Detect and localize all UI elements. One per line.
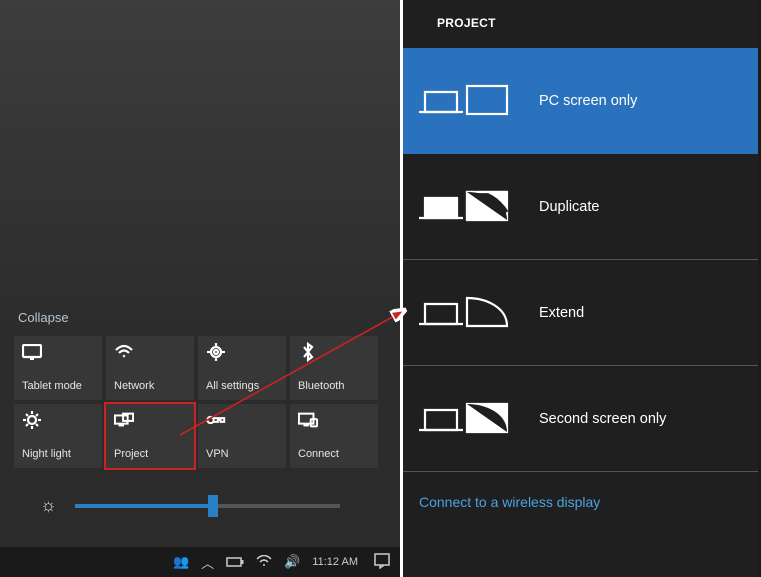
brightness-icon: ☼ (40, 495, 57, 516)
brightness-slider[interactable] (75, 504, 341, 508)
project-panel-title: PROJECT (403, 0, 758, 48)
option-label: Duplicate (539, 199, 599, 215)
wifi-icon (114, 342, 134, 362)
bluetooth-icon (298, 342, 318, 362)
tile-connect[interactable]: Connect (290, 404, 378, 468)
duplicate-icon (419, 182, 511, 232)
collapse-link[interactable]: Collapse (18, 310, 69, 325)
action-center-panel: Collapse Tablet mode Network All setting… (0, 0, 400, 577)
taskbar: 👥 ︿ 🔊 11:12 AM (0, 547, 400, 577)
vpn-icon (206, 410, 226, 430)
tile-network[interactable]: Network (106, 336, 194, 400)
project-option-duplicate[interactable]: Duplicate (403, 154, 758, 260)
volume-icon[interactable]: 🔊 (284, 554, 300, 570)
tile-night-light[interactable]: Night light (14, 404, 102, 468)
tile-all-settings[interactable]: All settings (198, 336, 286, 400)
tablet-icon (22, 342, 42, 362)
option-label: PC screen only (539, 93, 637, 109)
option-label: Second screen only (539, 411, 666, 427)
project-panel: PROJECT PC screen only (400, 0, 758, 577)
pc-only-icon (419, 76, 511, 126)
tile-label: Network (114, 380, 186, 392)
battery-icon[interactable] (226, 555, 244, 570)
taskbar-clock[interactable]: 11:12 AM (312, 556, 358, 568)
connect-icon (298, 410, 318, 430)
brightness-thumb[interactable] (208, 495, 218, 517)
tile-project[interactable]: Project (106, 404, 194, 468)
gear-icon (206, 342, 226, 362)
chevron-up-icon[interactable]: ︿ (201, 553, 214, 572)
second-only-icon (419, 394, 511, 444)
extend-icon (419, 288, 511, 338)
tile-label: Project (114, 448, 186, 460)
sun-icon (22, 410, 42, 430)
tile-label: Connect (298, 448, 370, 460)
project-option-second-only[interactable]: Second screen only (403, 366, 758, 472)
wifi-tray-icon[interactable] (256, 555, 272, 570)
option-label: Extend (539, 305, 584, 321)
connect-wireless-display-link[interactable]: Connect to a wireless display (403, 472, 758, 510)
tile-label: VPN (206, 448, 278, 460)
tile-label: Bluetooth (298, 380, 370, 392)
quick-action-tiles: Tablet mode Network All settings Bluetoo… (14, 336, 382, 468)
tile-bluetooth[interactable]: Bluetooth (290, 336, 378, 400)
tile-label: Night light (22, 448, 94, 460)
people-icon[interactable]: 👥 (173, 554, 189, 570)
tile-vpn[interactable]: VPN (198, 404, 286, 468)
project-option-extend[interactable]: Extend (403, 260, 758, 366)
project-option-pc-only[interactable]: PC screen only (403, 48, 758, 154)
tile-label: Tablet mode (22, 380, 94, 392)
project-icon (114, 410, 134, 430)
tile-label: All settings (206, 380, 278, 392)
tile-tablet-mode[interactable]: Tablet mode (14, 336, 102, 400)
notification-icon[interactable] (370, 553, 394, 572)
brightness-control: ☼ (40, 495, 340, 516)
